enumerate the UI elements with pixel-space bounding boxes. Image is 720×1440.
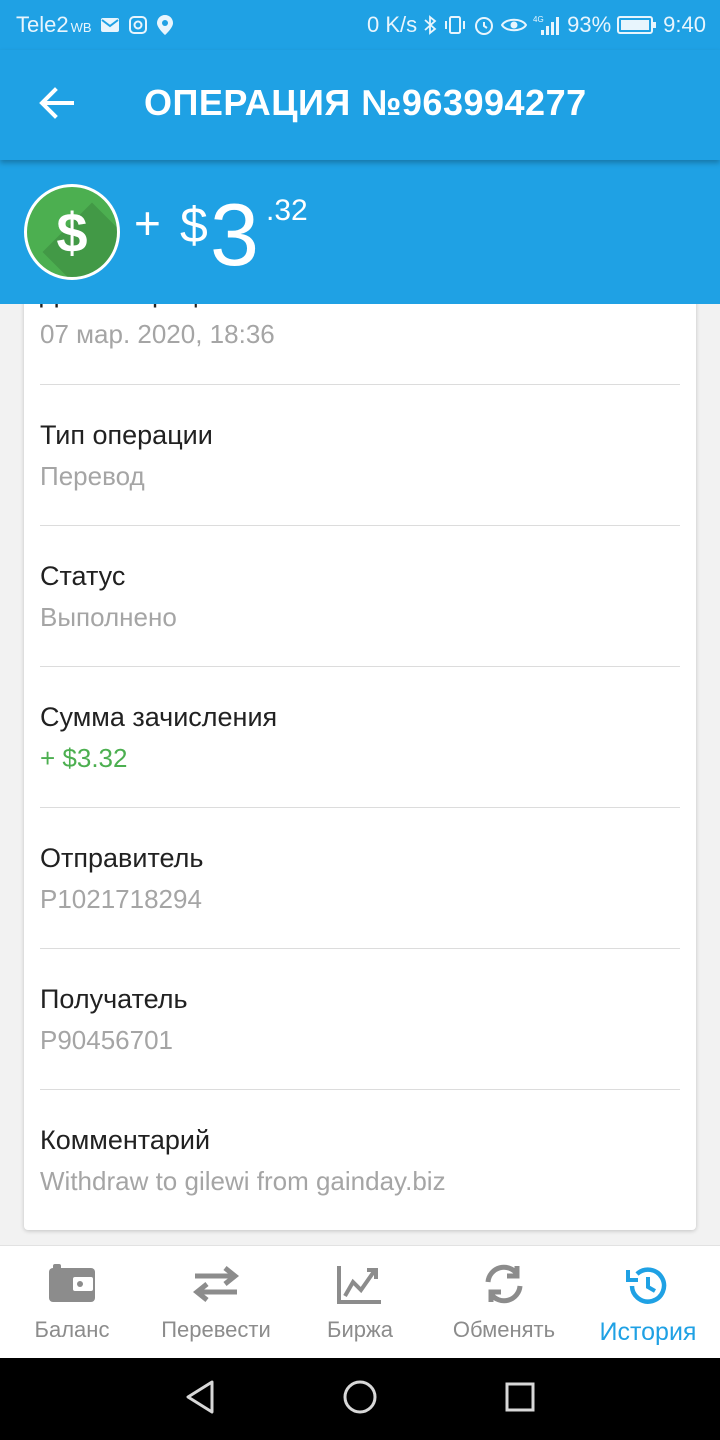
detail-label: Тип операции <box>40 420 213 450</box>
alarm-icon <box>473 14 495 36</box>
divider <box>40 1089 680 1090</box>
detail-label: Комментарий <box>40 1125 211 1155</box>
chart-icon <box>335 1264 385 1309</box>
battery-icon <box>617 15 657 35</box>
detail-label: Статус <box>40 561 126 591</box>
nav-label: Биржа <box>327 1317 393 1342</box>
divider <box>40 948 680 949</box>
svg-text:4G: 4G <box>533 15 544 24</box>
back-button[interactable] <box>28 80 84 130</box>
detail-label: Сумма зачисления <box>40 702 278 732</box>
mail-icon <box>100 17 120 33</box>
status-bar: Tele2 WB 0 K/s 4G 93% 9:40 <box>0 0 720 50</box>
system-navigation-bar <box>0 1358 720 1440</box>
transfer-arrows-icon <box>191 1264 241 1309</box>
nav-label: Баланс <box>34 1317 110 1342</box>
signal-icon: 4G <box>533 14 561 36</box>
divider <box>40 666 680 667</box>
amount-integer: 3 <box>210 185 259 284</box>
detail-label: Отправитель <box>40 843 204 873</box>
detail-value: P90456701 <box>40 1025 174 1055</box>
nav-exchange[interactable]: Биржа <box>288 1246 432 1358</box>
nav-swap[interactable]: Обменять <box>432 1246 576 1358</box>
divider <box>40 384 680 385</box>
nav-history[interactable]: История <box>576 1246 720 1358</box>
square-recents-icon <box>504 1381 536 1418</box>
network-speed: 0 K/s <box>366 12 418 37</box>
amount-cents: .32 <box>266 194 308 227</box>
dollar-coin-icon: $ <box>24 184 120 280</box>
system-home-button[interactable] <box>340 1379 380 1419</box>
detail-value: Перевод <box>40 461 145 491</box>
amount-header: $ + $ 3 .32 <box>0 160 720 304</box>
detail-value: P1021718294 <box>40 884 202 914</box>
nav-balance[interactable]: Баланс <box>0 1246 144 1358</box>
detail-label: Получатель <box>40 984 188 1014</box>
nav-label: Обменять <box>452 1317 556 1342</box>
circle-home-icon <box>342 1379 378 1420</box>
detail-value: + $3.32 <box>40 743 128 773</box>
amount-currency: $ <box>180 197 208 253</box>
eye-icon <box>501 16 528 34</box>
divider <box>40 525 680 526</box>
nav-label: История <box>599 1318 697 1346</box>
battery-percent: 93% <box>567 12 612 37</box>
nav-label: Перевести <box>161 1317 271 1342</box>
arrow-left-icon <box>38 86 74 124</box>
wallet-icon <box>47 1264 97 1309</box>
detail-value: Withdraw to gilewi from gainday.biz <box>40 1166 446 1196</box>
detail-sender: Отправитель P1021718294 <box>40 843 680 915</box>
amount-sign: + <box>134 197 161 249</box>
detail-value: Выполнено <box>40 602 177 632</box>
detail-comment: Комментарий Withdraw to gilewi from gain… <box>40 1125 680 1197</box>
detail-credited-amount: Сумма зачисления + $3.32 <box>40 702 680 774</box>
bluetooth-icon <box>423 15 437 35</box>
detail-type: Тип операции Перевод <box>40 420 680 492</box>
detail-recipient: Получатель P90456701 <box>40 984 680 1056</box>
detail-value: 07 мар. 2020, 18:36 <box>40 319 275 349</box>
bottom-navigation: Баланс Перевести Биржа Обменять История <box>0 1245 720 1358</box>
refresh-icon <box>479 1264 529 1309</box>
page-title: ОПЕРАЦИЯ №963994277 <box>144 82 587 123</box>
system-back-button[interactable] <box>180 1379 220 1419</box>
divider <box>40 807 680 808</box>
carrier-name: Tele2 <box>16 12 69 37</box>
nav-transfer[interactable]: Перевести <box>144 1246 288 1358</box>
detail-status: Статус Выполнено <box>40 561 680 633</box>
operation-details-card: Дата операции 07 мар. 2020, 18:36 Тип оп… <box>24 250 696 1230</box>
vibrate-icon <box>443 15 467 35</box>
instagram-icon <box>128 15 148 35</box>
carrier-sub: WB <box>70 19 92 35</box>
triangle-back-icon <box>184 1379 216 1420</box>
system-recents-button[interactable] <box>500 1379 540 1419</box>
location-icon <box>156 14 174 36</box>
history-icon <box>623 1264 673 1313</box>
clock: 9:40 <box>663 12 706 37</box>
app-bar: ОПЕРАЦИЯ №963994277 <box>0 50 720 160</box>
